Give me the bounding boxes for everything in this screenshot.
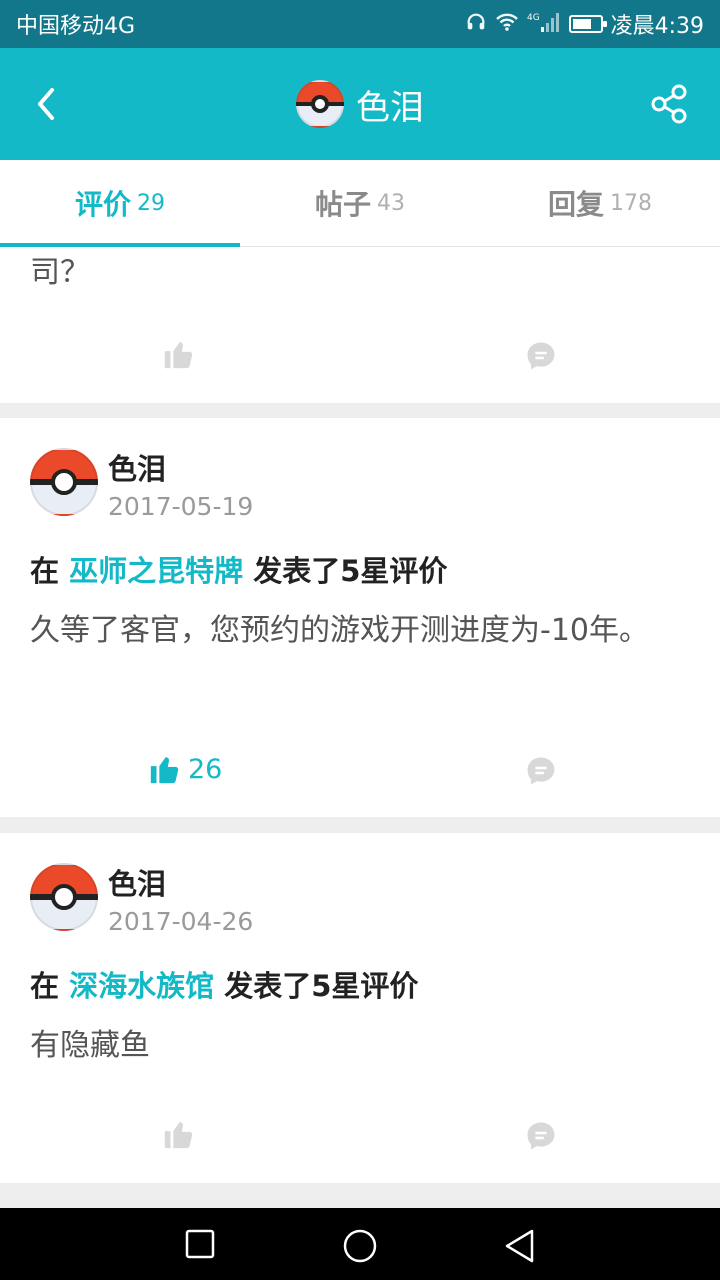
- review-card: 司？: [0, 247, 720, 403]
- page-title: 色泪: [356, 87, 424, 128]
- tab-label: 评价: [74, 188, 131, 221]
- review-card: 色泪 2017-05-19 在 巫师之昆特牌 发表了5星评价 久等了客官，您预约…: [0, 418, 720, 817]
- tab-count: 178: [610, 190, 652, 216]
- profile-avatar: [296, 80, 344, 128]
- thumbs-up-icon: [164, 342, 193, 369]
- back-button[interactable]: [26, 84, 66, 124]
- system-back-button[interactable]: [502, 1228, 538, 1268]
- author-name[interactable]: 色泪: [108, 446, 166, 488]
- svg-text:4G: 4G: [527, 13, 540, 23]
- back-triangle-icon: [505, 1229, 534, 1263]
- signal-icon: 4G: [527, 11, 561, 38]
- battery-icon: [568, 15, 607, 33]
- review-card: 色泪 2017-04-26 在 深海水族馆 发表了5星评价 有隐藏鱼: [0, 833, 720, 1183]
- tab-posts[interactable]: 帖子 43: [240, 160, 480, 246]
- recents-button[interactable]: [184, 1228, 216, 1264]
- thumbs-up-icon: [150, 757, 179, 784]
- like-count: 26: [188, 753, 223, 785]
- like-button[interactable]: [162, 337, 196, 371]
- comment-bubble-icon: [527, 342, 555, 370]
- game-link[interactable]: 巫师之昆特牌: [69, 554, 243, 588]
- tab-bar: 评价 29 帖子 43 回复 178: [0, 160, 720, 247]
- review-feed[interactable]: 司？ 色泪 2017-05-19 在 巫师之昆特牌 发表了5星评价 久等了客官，…: [0, 247, 720, 1208]
- review-headline: 在 巫师之昆特牌 发表了5星评价: [30, 548, 447, 590]
- carrier-label: 中国移动4G: [16, 14, 136, 39]
- card-actions: 26: [0, 740, 720, 800]
- headline-prefix: 在: [30, 554, 60, 588]
- recents-square-icon: [185, 1229, 215, 1259]
- status-bar: 中国移动4G 4G 凌晨4:39: [0, 0, 720, 48]
- comment-bubble-icon: [527, 1122, 555, 1150]
- profile-title: 色泪: [296, 80, 424, 129]
- comment-button[interactable]: [524, 754, 558, 792]
- headline-prefix: 在: [30, 969, 60, 1003]
- system-nav-bar: [0, 1208, 720, 1280]
- card-actions: [0, 1105, 720, 1165]
- post-date: 2017-05-19: [108, 492, 254, 521]
- post-date: 2017-04-26: [108, 907, 254, 936]
- wifi-icon: [495, 11, 519, 38]
- status-icons: 4G 凌晨4:39: [465, 8, 704, 40]
- share-icon: [651, 84, 687, 124]
- like-button[interactable]: [162, 1117, 196, 1151]
- home-circle-icon: [343, 1229, 377, 1263]
- tab-count: 29: [137, 190, 165, 216]
- thumbs-up-icon: [164, 1122, 193, 1149]
- tab-count: 43: [377, 190, 405, 216]
- review-headline: 在 深海水族馆 发表了5星评价: [30, 963, 418, 1005]
- comment-button[interactable]: [524, 339, 558, 377]
- comment-bubble-icon: [527, 757, 555, 785]
- headset-icon: [465, 11, 487, 38]
- review-body: 久等了客官，您预约的游戏开测进度为-10年。: [30, 613, 649, 648]
- like-button[interactable]: 26: [148, 752, 222, 786]
- tab-label: 帖子: [314, 188, 371, 221]
- tab-label: 回复: [547, 188, 604, 221]
- back-arrow-icon: [38, 88, 54, 120]
- tab-replies[interactable]: 回复 178: [480, 160, 720, 246]
- author-avatar[interactable]: [30, 448, 98, 516]
- clock: 凌晨4:39: [610, 14, 704, 39]
- review-body: 司？: [30, 255, 90, 290]
- author-name[interactable]: 色泪: [108, 861, 166, 903]
- author-avatar[interactable]: [30, 863, 98, 931]
- home-button[interactable]: [342, 1228, 378, 1268]
- card-actions: [0, 325, 720, 385]
- review-body: 有隐藏鱼: [30, 1028, 150, 1063]
- comment-button[interactable]: [524, 1119, 558, 1157]
- app-bar: 色泪: [0, 48, 720, 160]
- share-button[interactable]: [648, 82, 692, 126]
- game-link[interactable]: 深海水族馆: [69, 969, 214, 1003]
- tab-reviews[interactable]: 评价 29: [0, 160, 240, 247]
- headline-suffix: 发表了5星评价: [253, 554, 448, 588]
- headline-suffix: 发表了5星评价: [224, 969, 419, 1003]
